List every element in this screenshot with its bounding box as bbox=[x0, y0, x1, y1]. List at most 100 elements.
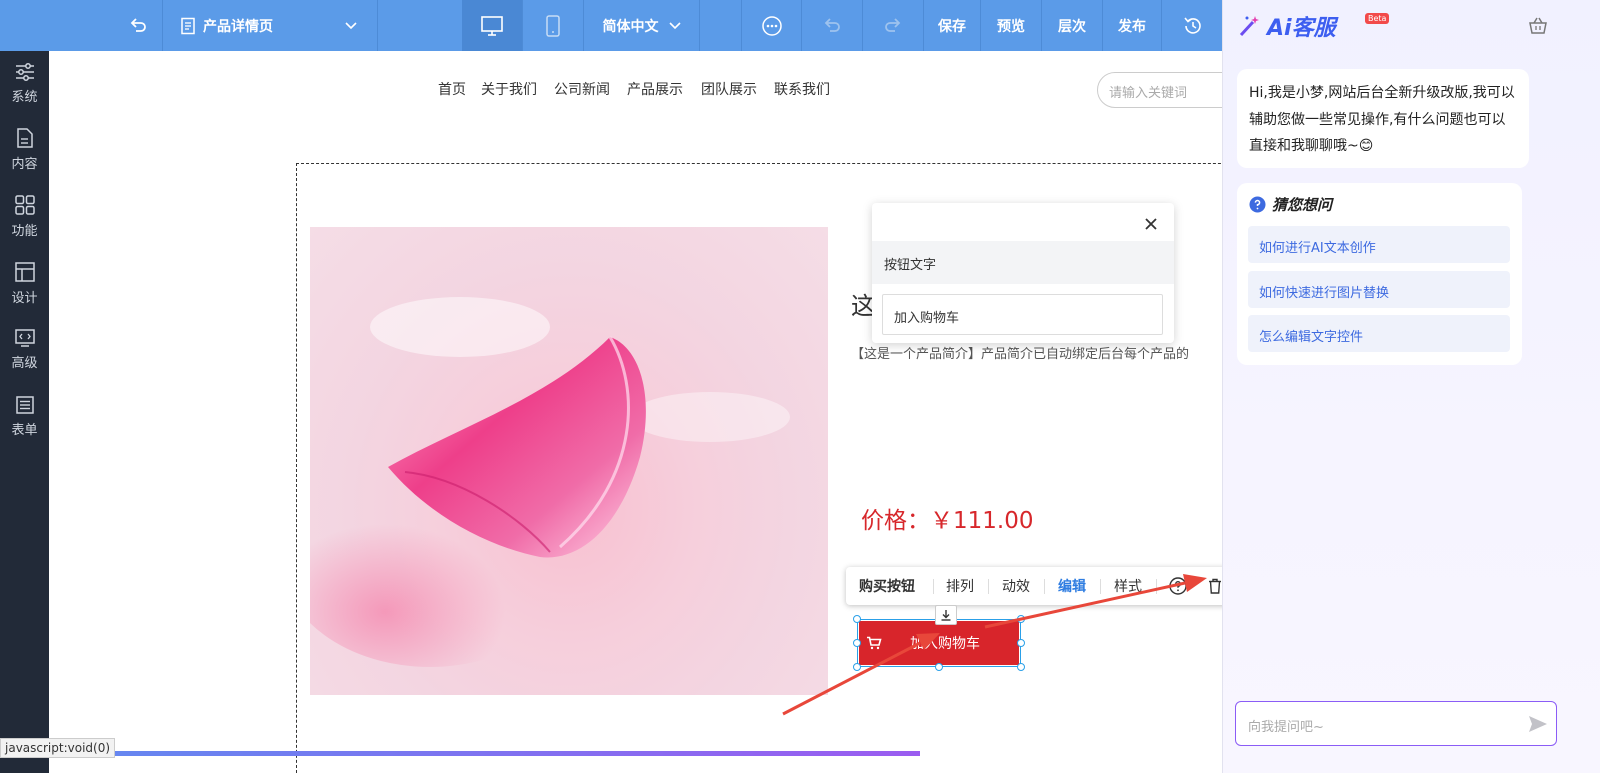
undo-button[interactable] bbox=[802, 0, 863, 51]
basket-icon[interactable] bbox=[1528, 16, 1548, 36]
magic-wand-icon bbox=[1239, 16, 1259, 37]
divider bbox=[933, 579, 934, 594]
sidebar-item-design[interactable]: 设计 bbox=[0, 251, 49, 315]
product-price: 价格：￥111.00 bbox=[861, 508, 1034, 534]
sidebar-item-system[interactable]: 系统 bbox=[0, 51, 49, 115]
resize-handle[interactable] bbox=[935, 663, 943, 671]
sidebar-label: 高级 bbox=[11, 355, 38, 371]
drag-handle[interactable] bbox=[935, 605, 957, 625]
redo-icon bbox=[885, 17, 901, 32]
faq-item[interactable]: 怎么编辑文字控件 bbox=[1248, 315, 1510, 352]
preview-button[interactable]: 预览 bbox=[981, 0, 1042, 51]
page-selector[interactable]: 产品详情页 bbox=[163, 0, 378, 51]
ai-logo: Ai客服 Beta bbox=[1237, 10, 1390, 42]
add-to-cart-button[interactable]: 加入购物车 bbox=[859, 621, 1019, 665]
preview-label: 预览 bbox=[997, 18, 1025, 35]
element-type-label: 购买按钮 bbox=[859, 579, 915, 595]
resize-handle[interactable] bbox=[1017, 663, 1025, 671]
sliders-icon bbox=[15, 62, 34, 81]
faq-card: 猜您想问 如何进行AI文本创作 如何快速进行图片替换 怎么编辑文字控件 bbox=[1237, 183, 1522, 365]
nav-link-news[interactable]: 公司新闻 bbox=[554, 79, 610, 99]
ai-title: Ai客服 bbox=[1267, 16, 1336, 41]
undo-arrow-icon bbox=[130, 17, 146, 32]
nav-link-about[interactable]: 关于我们 bbox=[481, 79, 537, 99]
divider bbox=[988, 579, 989, 594]
save-button[interactable]: 保存 bbox=[924, 0, 981, 51]
sidebar-label: 功能 bbox=[11, 223, 38, 239]
close-icon[interactable] bbox=[1143, 216, 1159, 232]
send-icon[interactable] bbox=[1528, 715, 1548, 733]
monitor-icon bbox=[481, 15, 503, 36]
nav-link-home[interactable]: 首页 bbox=[438, 79, 466, 99]
resize-handle[interactable] bbox=[1017, 615, 1025, 623]
page-icon bbox=[181, 17, 195, 34]
nav-link-contact[interactable]: 联系我们 bbox=[774, 79, 830, 99]
cart-icon bbox=[867, 636, 882, 650]
divider bbox=[1044, 579, 1045, 594]
chevron-down-icon bbox=[345, 22, 357, 30]
language-label: 简体中文 bbox=[602, 18, 659, 35]
layers-button[interactable]: 层次 bbox=[1042, 0, 1103, 51]
faq-item[interactable]: 如何进行AI文本创作 bbox=[1248, 226, 1510, 263]
ai-assistant-panel: Ai客服 Beta Hi,我是小梦,网站后台全新升级改版,我可以辅助您做一些常见… bbox=[1222, 0, 1600, 773]
resize-handle[interactable] bbox=[853, 639, 861, 647]
more-button[interactable] bbox=[741, 0, 802, 51]
editor-toolbar: 产品详情页 简体中文 保存 预览 层次 发布 bbox=[0, 0, 1248, 51]
nav-link-team[interactable]: 团队展示 bbox=[701, 79, 757, 99]
more-icon bbox=[761, 15, 782, 36]
history-button[interactable] bbox=[1162, 0, 1223, 51]
layout-icon bbox=[14, 261, 35, 282]
redo-button[interactable] bbox=[863, 0, 924, 51]
mobile-view-button[interactable] bbox=[523, 0, 584, 51]
button-text-popup: 按钮文字 加入购物车 bbox=[872, 203, 1174, 343]
resize-handle[interactable] bbox=[1017, 639, 1025, 647]
divider bbox=[1100, 579, 1101, 594]
status-bar-url: javascript:void(0) bbox=[0, 738, 116, 758]
save-label: 保存 bbox=[938, 18, 966, 35]
help-button[interactable] bbox=[1169, 567, 1187, 605]
faq-title-text: 猜您想问 bbox=[1272, 196, 1333, 214]
question-circle-icon bbox=[1249, 196, 1266, 213]
back-button[interactable] bbox=[113, 0, 163, 51]
sidebar-item-advanced[interactable]: 高级 bbox=[0, 317, 49, 381]
arrange-button[interactable]: 排列 bbox=[946, 567, 974, 605]
edit-button[interactable]: 编辑 bbox=[1058, 567, 1086, 605]
left-sidebar: 系统 内容 功能 设计 高级 表单 bbox=[0, 51, 49, 773]
document-icon bbox=[16, 127, 33, 148]
nav-link-products[interactable]: 产品展示 bbox=[627, 79, 683, 99]
download-icon bbox=[941, 610, 951, 621]
language-selector[interactable]: 简体中文 bbox=[584, 0, 700, 51]
grid-icon bbox=[14, 194, 35, 215]
sidebar-item-features[interactable]: 功能 bbox=[0, 184, 49, 248]
faq-title: 猜您想问 bbox=[1249, 194, 1332, 215]
publish-label: 发布 bbox=[1118, 18, 1146, 35]
crystal-shape-image bbox=[310, 297, 790, 667]
divider bbox=[1156, 579, 1157, 594]
ai-input-placeholder: 向我提问吧~ bbox=[1248, 720, 1324, 735]
undo-icon bbox=[824, 17, 840, 32]
resize-handle[interactable] bbox=[853, 615, 861, 623]
history-icon bbox=[1183, 16, 1201, 34]
cart-button-label: 加入购物车 bbox=[910, 636, 980, 652]
product-image[interactable] bbox=[310, 227, 828, 695]
layers-label: 层次 bbox=[1058, 18, 1086, 35]
chevron-down-icon bbox=[668, 21, 681, 29]
sidebar-item-content[interactable]: 内容 bbox=[0, 117, 49, 181]
publish-button[interactable]: 发布 bbox=[1103, 0, 1162, 51]
sidebar-item-form[interactable]: 表单 bbox=[0, 384, 49, 448]
editor-canvas: 首页 关于我们 公司新闻 产品展示 团队展示 联系我们 请输入关键词 【这是一个… bbox=[49, 51, 1248, 773]
style-button[interactable]: 样式 bbox=[1114, 567, 1142, 605]
resize-handle[interactable] bbox=[853, 663, 861, 671]
button-text-input[interactable]: 加入购物车 bbox=[882, 294, 1163, 335]
animation-button[interactable]: 动效 bbox=[1002, 567, 1030, 605]
loading-progress-bar bbox=[0, 751, 920, 756]
ai-chat-input[interactable]: 向我提问吧~ bbox=[1235, 701, 1557, 746]
phone-icon bbox=[546, 14, 560, 37]
sidebar-label: 系统 bbox=[11, 89, 38, 105]
desktop-view-button[interactable] bbox=[462, 0, 523, 51]
product-description: 【这是一个产品简介】产品简介已自动绑定后台每个产品的 bbox=[851, 347, 1190, 362]
faq-item[interactable]: 如何快速进行图片替换 bbox=[1248, 271, 1510, 308]
popup-field-label: 按钮文字 bbox=[872, 241, 1174, 284]
